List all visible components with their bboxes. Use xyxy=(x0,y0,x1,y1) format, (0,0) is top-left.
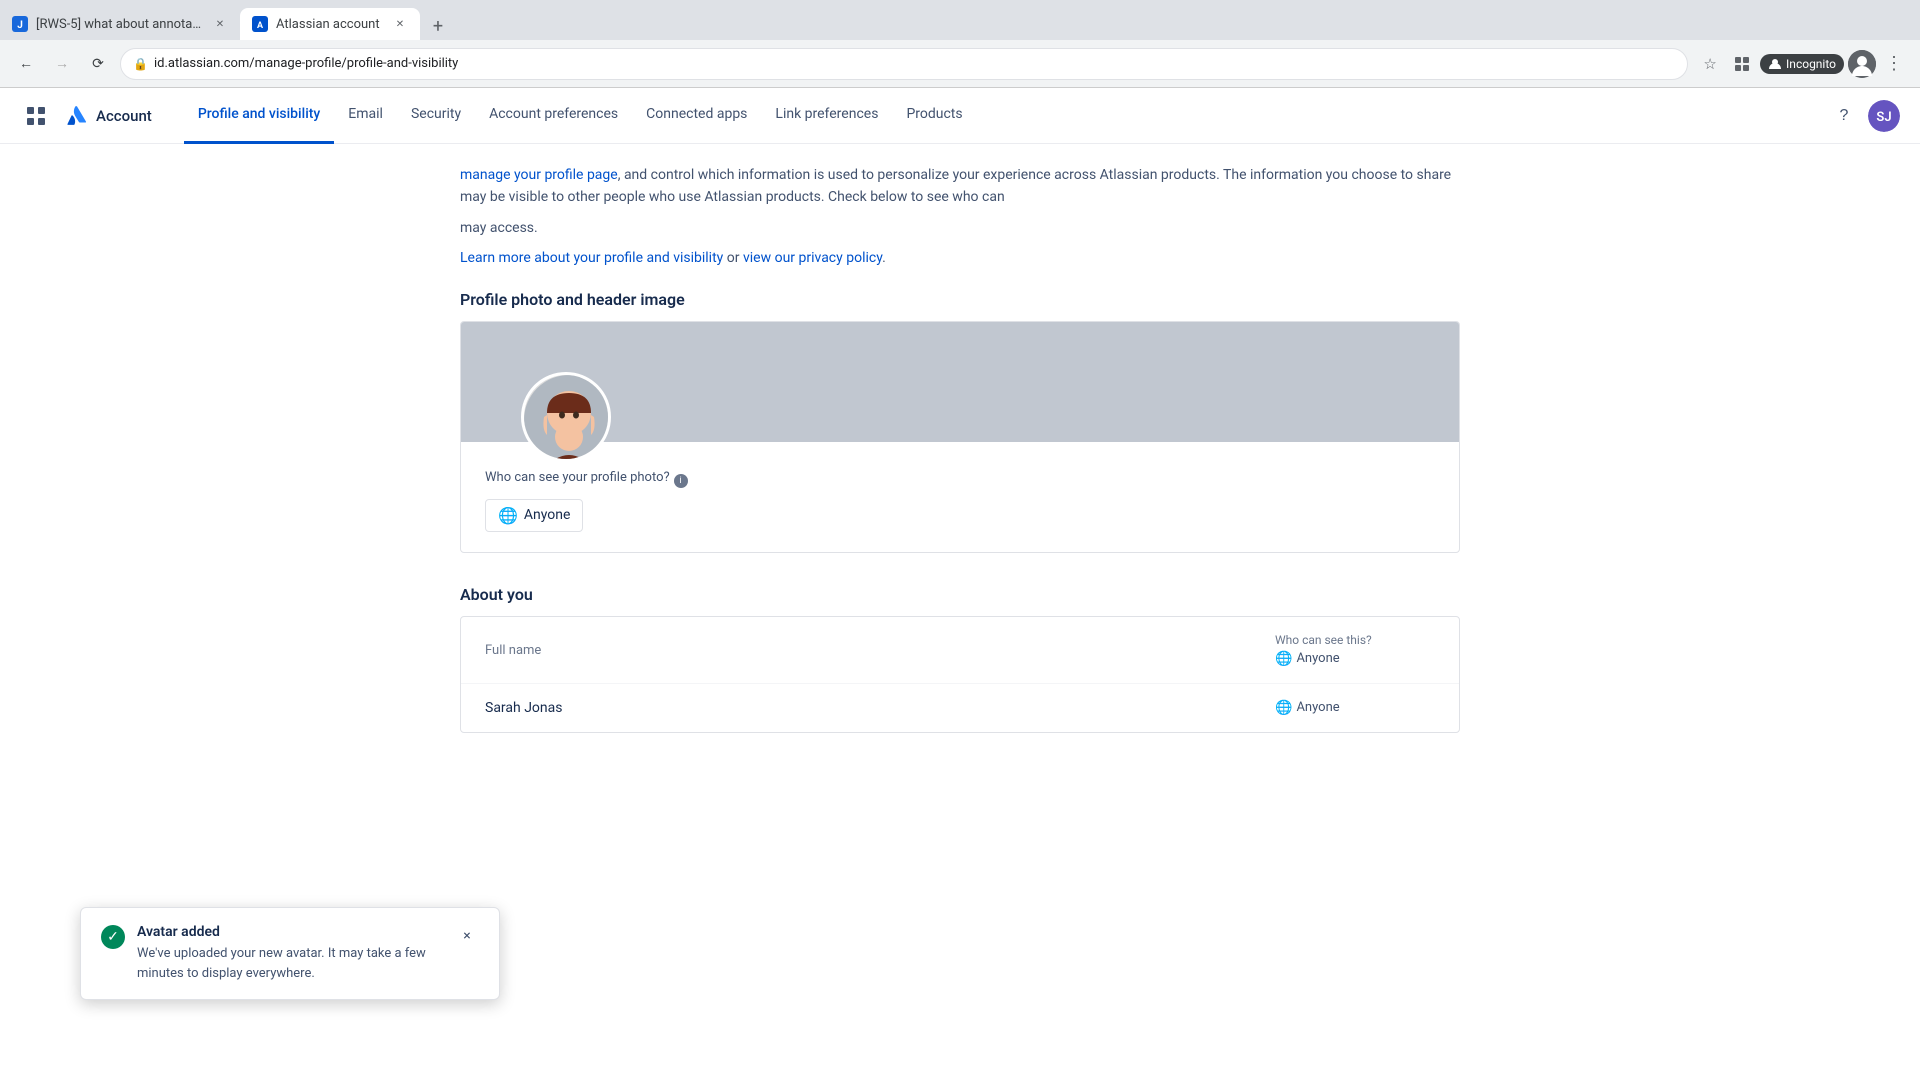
audience-badge-photo[interactable]: 🌐 Anyone xyxy=(485,499,583,532)
who-sees-col: Who can see this? 🌐 Anyone xyxy=(1275,633,1435,667)
nav-security[interactable]: Security xyxy=(397,88,475,144)
globe-icon: 🌐 xyxy=(498,506,518,525)
tab-atlassian-close-icon[interactable]: ✕ xyxy=(392,16,408,32)
atlassian-favicon-icon: A xyxy=(252,16,268,32)
profile-photo-title: Profile photo and header image xyxy=(460,290,1460,309)
who-sees-audience-2[interactable]: 🌐 Anyone xyxy=(1275,700,1435,716)
address-text: id.atlassian.com/manage-profile/profile-… xyxy=(154,56,1675,71)
app-nav: Account Profile and visibility Email Sec… xyxy=(0,88,1920,144)
new-tab-button[interactable]: + xyxy=(424,12,452,40)
tab-atlassian-title: Atlassian account xyxy=(276,17,384,32)
profile-avatar[interactable] xyxy=(521,372,611,462)
forward-button[interactable]: → xyxy=(48,50,76,78)
fullname-label-col: Full name xyxy=(485,642,1275,658)
about-title: About you xyxy=(460,585,1460,604)
photo-card: Who can see your profile photo? i 🌐 Anyo… xyxy=(460,321,1460,553)
audience-label: Anyone xyxy=(524,507,571,523)
jira-favicon-icon: J xyxy=(12,16,28,32)
back-button[interactable]: ← xyxy=(12,50,40,78)
photo-card-body: Who can see your profile photo? i 🌐 Anyo… xyxy=(461,442,1459,552)
profile-header-banner[interactable] xyxy=(461,322,1459,442)
toast-message: We've uploaded your new avatar. It may t… xyxy=(137,944,443,983)
fullname-value: Sarah Jonas xyxy=(485,700,562,716)
about-row-fullname-label: Full name Who can see this? 🌐 Anyone xyxy=(461,617,1459,684)
learn-more-link[interactable]: Learn more about your profile and visibi… xyxy=(460,250,723,266)
main-content: manage your profile page, and control wh… xyxy=(420,164,1500,773)
svg-text:SJ: SJ xyxy=(1876,110,1891,125)
info-icon[interactable]: i xyxy=(674,474,688,488)
user-avatar-button[interactable]: SJ xyxy=(1868,100,1900,132)
who-sees-label: Who can see this? xyxy=(1275,633,1435,647)
nav-account-preferences[interactable]: Account preferences xyxy=(475,88,632,144)
intro-text: manage your profile page, and control wh… xyxy=(460,164,1460,209)
apps-grid-button[interactable] xyxy=(20,100,52,132)
svg-text:A: A xyxy=(257,21,264,31)
browser-tabs: J [RWS-5] what about annotations ✕ A Atl… xyxy=(0,0,1920,40)
nav-email[interactable]: Email xyxy=(334,88,397,144)
lock-icon: 🔒 xyxy=(133,57,148,71)
help-button[interactable]: ? xyxy=(1828,100,1860,132)
more-options-button[interactable]: ⋮ xyxy=(1880,50,1908,78)
incognito-label: Incognito xyxy=(1786,57,1836,71)
who-sees-audience-1[interactable]: 🌐 Anyone xyxy=(1275,651,1435,667)
profile-photo-section: Profile photo and header image xyxy=(460,290,1460,553)
who-can-see-label: Who can see your profile photo? xyxy=(485,470,670,485)
who-can-see-question: Who can see your profile photo? i xyxy=(485,470,1435,493)
tab-jira[interactable]: J [RWS-5] what about annotations ✕ xyxy=(0,8,240,40)
globe-icon-3: 🌐 xyxy=(1275,700,1292,716)
user-profile-button[interactable] xyxy=(1848,50,1876,78)
intro-text-end: may access. xyxy=(460,217,1460,239)
audience-text-1: Anyone xyxy=(1296,651,1339,666)
nav-link-preferences[interactable]: Link preferences xyxy=(761,88,892,144)
learn-more-text: Learn more about your profile and visibi… xyxy=(460,247,1460,269)
toast-close-button[interactable]: × xyxy=(455,924,479,948)
atlassian-logo[interactable]: Account xyxy=(64,104,152,128)
svg-text:J: J xyxy=(17,20,23,31)
tab-jira-title: [RWS-5] what about annotations xyxy=(36,17,204,32)
browser-toolbar: ← → ⟳ 🔒 id.atlassian.com/manage-profile/… xyxy=(0,40,1920,88)
tab-jira-close-icon[interactable]: ✕ xyxy=(212,16,228,32)
about-card: Full name Who can see this? 🌐 Anyone Sar… xyxy=(460,616,1460,733)
nav-links: Profile and visibility Email Security Ac… xyxy=(184,88,977,144)
tab-atlassian[interactable]: A Atlassian account ✕ xyxy=(240,8,420,40)
audience-text-2: Anyone xyxy=(1296,700,1339,715)
about-section: About you Full name Who can see this? 🌐 … xyxy=(460,585,1460,733)
reload-button[interactable]: ⟳ xyxy=(84,50,112,78)
who-sees-col-2: 🌐 Anyone xyxy=(1275,700,1435,716)
privacy-policy-link[interactable]: view our privacy policy xyxy=(743,250,882,266)
toast-success-icon: ✓ xyxy=(101,925,125,949)
nav-products[interactable]: Products xyxy=(892,88,976,144)
app-logo-text: Account xyxy=(96,107,152,125)
globe-icon-2: 🌐 xyxy=(1275,651,1292,667)
page-intro: manage your profile page, and control wh… xyxy=(460,164,1460,239)
fullname-value-col: Sarah Jonas xyxy=(485,700,1275,716)
toolbar-actions: ☆ Incognito ⋮ xyxy=(1696,50,1908,78)
manage-profile-link[interactable]: manage your profile page xyxy=(460,167,618,183)
nav-right: ? SJ xyxy=(1828,100,1900,132)
nav-connected-apps[interactable]: Connected apps xyxy=(632,88,761,144)
about-row-fullname-value: Sarah Jonas 🌐 Anyone xyxy=(461,684,1459,732)
toast-title: Avatar added xyxy=(137,924,443,940)
toast-notification: ✓ Avatar added We've uploaded your new a… xyxy=(80,907,500,1000)
browser-chrome: J [RWS-5] what about annotations ✕ A Atl… xyxy=(0,0,1920,88)
fullname-label: Full name xyxy=(485,643,541,658)
nav-profile-visibility[interactable]: Profile and visibility xyxy=(184,88,334,144)
incognito-badge: Incognito xyxy=(1760,54,1844,74)
bookmark-button[interactable]: ☆ xyxy=(1696,50,1724,78)
address-bar[interactable]: 🔒 id.atlassian.com/manage-profile/profil… xyxy=(120,48,1688,80)
extensions-button[interactable] xyxy=(1728,50,1756,78)
toast-content: Avatar added We've uploaded your new ava… xyxy=(137,924,443,983)
